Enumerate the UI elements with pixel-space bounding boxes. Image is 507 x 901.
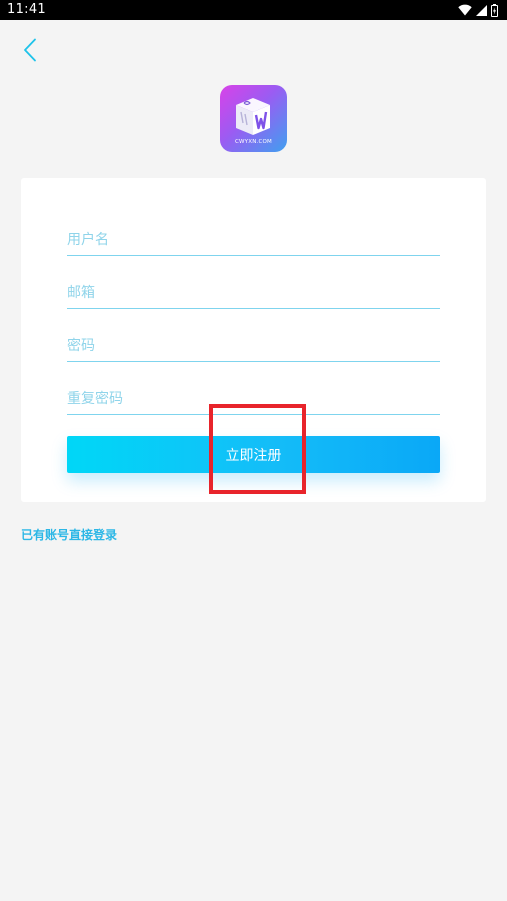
chevron-left-icon: [23, 38, 37, 66]
email-input[interactable]: [67, 278, 440, 308]
register-button-label: 立即注册: [225, 447, 282, 464]
username-input[interactable]: [67, 225, 440, 255]
confirm-password-input[interactable]: [67, 384, 440, 414]
logo-text: CWYXN.COM: [235, 139, 272, 145]
battery-icon: [491, 3, 498, 17]
login-link[interactable]: 已有账号直接登录: [21, 526, 117, 543]
email-field[interactable]: [67, 274, 440, 309]
status-time: 11:41: [7, 2, 46, 17]
back-button[interactable]: [14, 36, 46, 68]
register-button[interactable]: 立即注册: [67, 436, 440, 473]
wifi-icon: [458, 4, 472, 16]
username-field[interactable]: [67, 221, 440, 256]
password-field[interactable]: [67, 327, 440, 362]
status-bar: 11:41: [0, 0, 507, 20]
password-input[interactable]: [67, 331, 440, 361]
confirm-password-field[interactable]: [67, 380, 440, 415]
signal-icon: [476, 4, 487, 16]
status-icons: [458, 3, 498, 17]
app-logo: CWYXN.COM: [220, 85, 287, 152]
register-form-card: 立即注册: [21, 178, 486, 502]
